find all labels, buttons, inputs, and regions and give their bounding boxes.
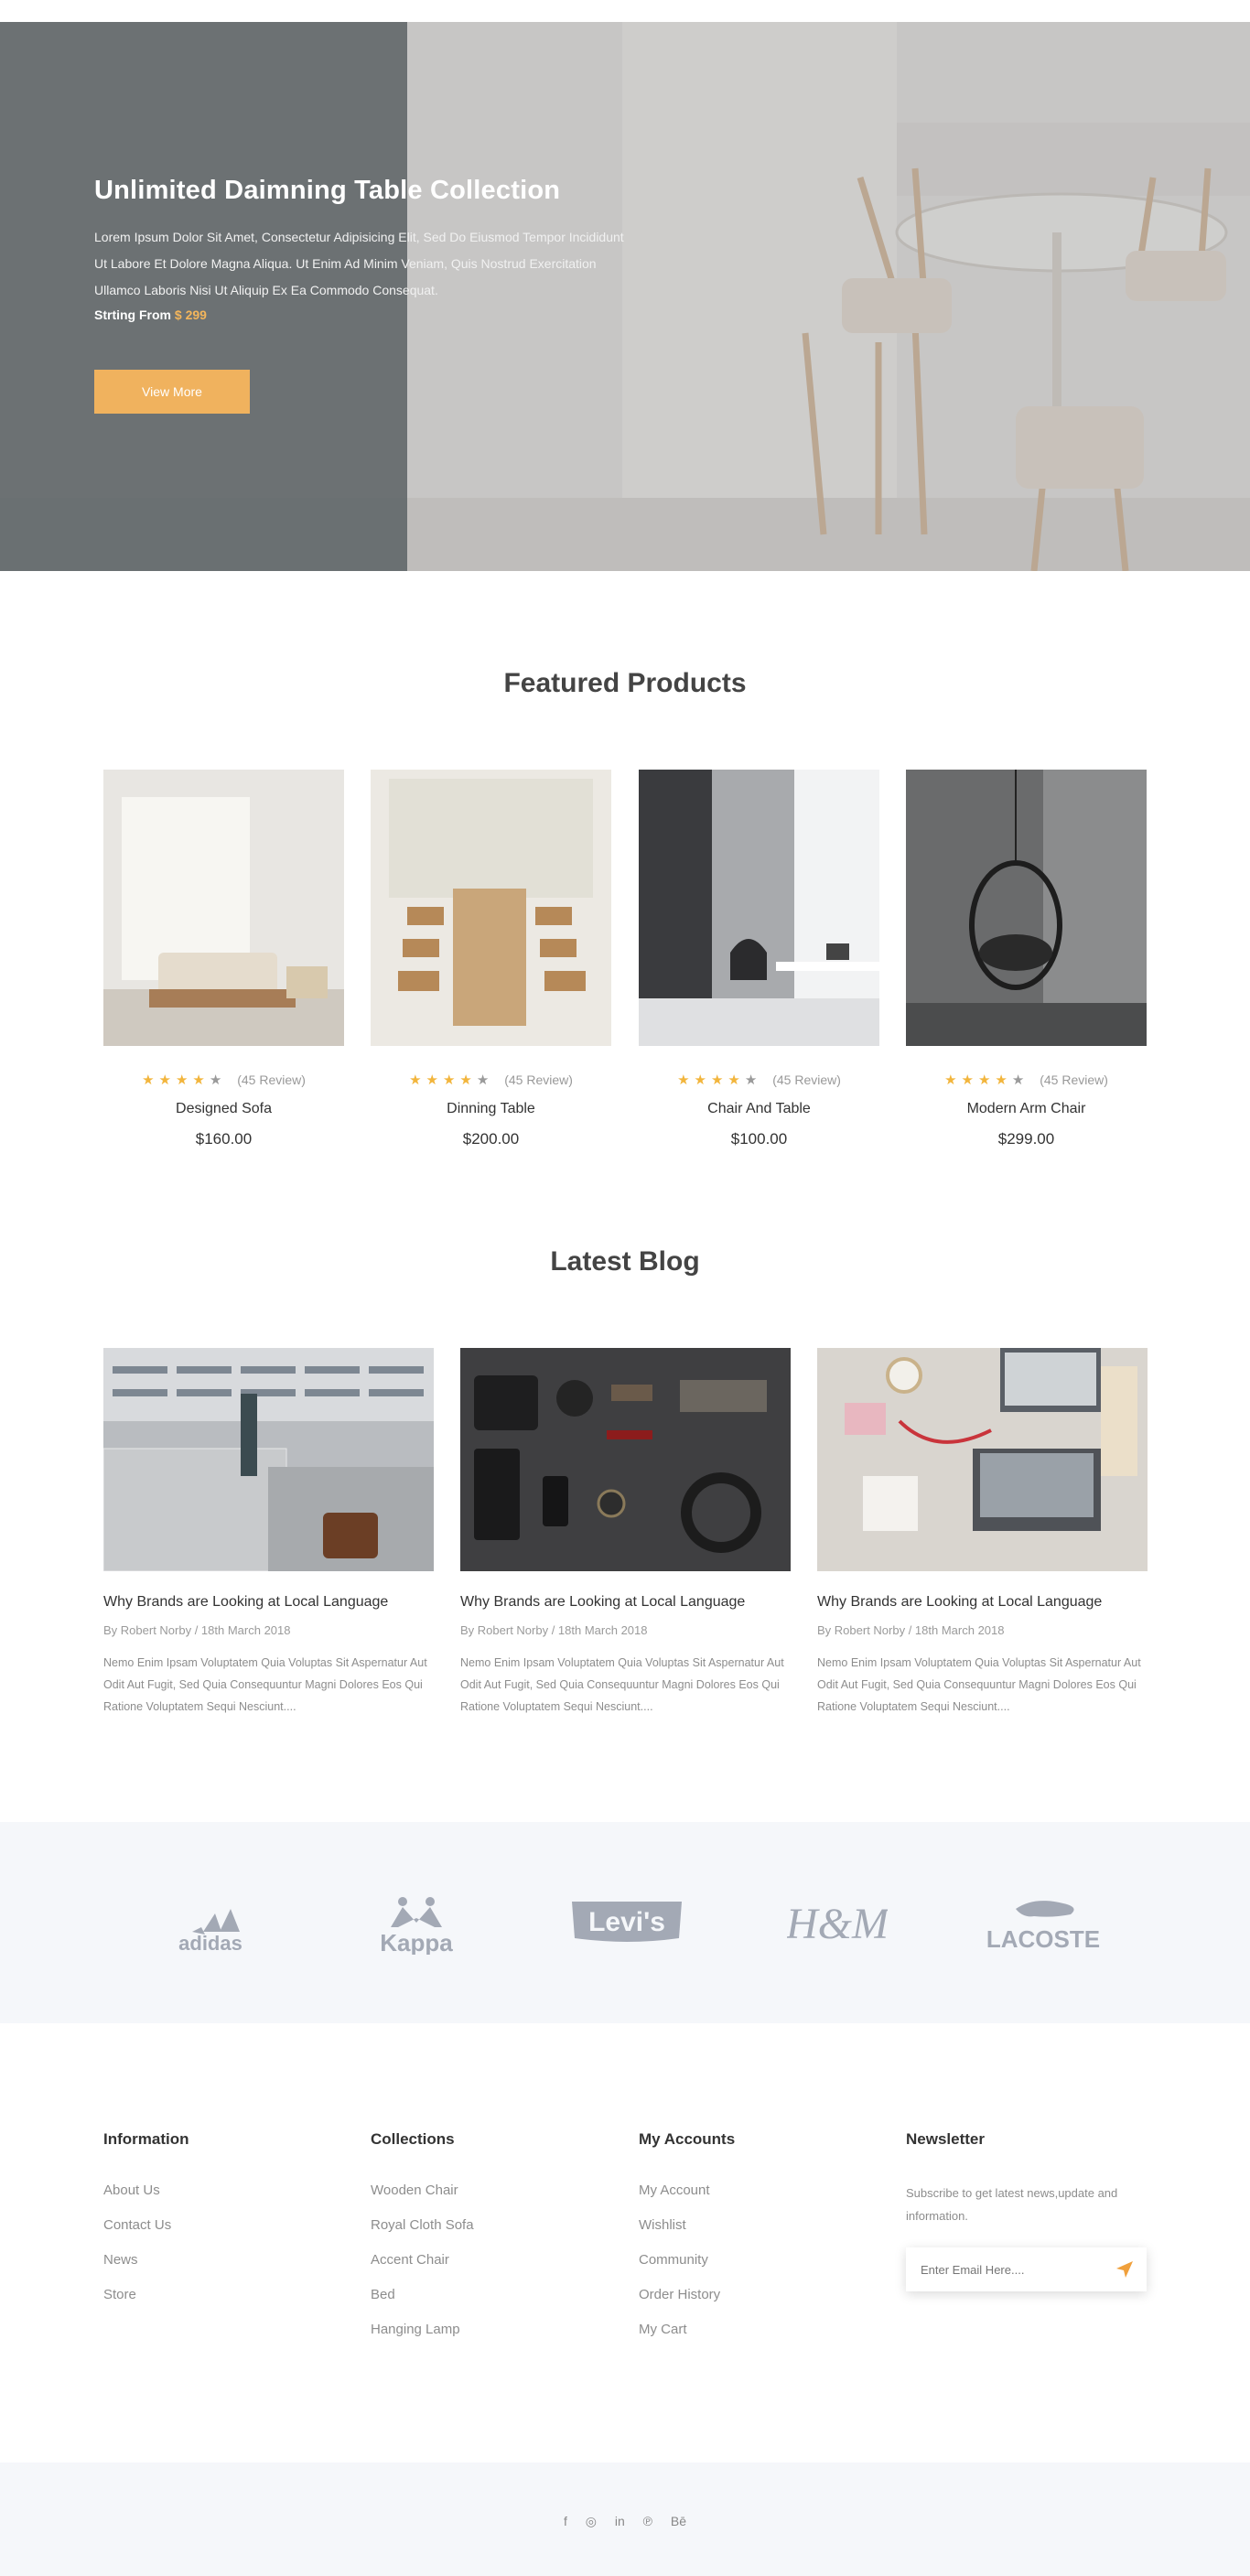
star-rating-icon: ★★★★★ [142, 1072, 227, 1088]
lacoste-logo[interactable]: LACOSTE [979, 1891, 1107, 1955]
blog-post-excerpt: Nemo Enim Ipsam Voluptatem Quia Voluptas… [103, 1656, 427, 1713]
view-more-button[interactable]: View More [94, 370, 250, 414]
blog-image-workspace[interactable] [817, 1348, 1148, 1571]
newsletter-email-input[interactable] [906, 2247, 1098, 2291]
linkedin-icon[interactable]: in [615, 2514, 625, 2528]
footer-link-store[interactable]: Store [103, 2286, 189, 2303]
footer-information-heading: Information [103, 2130, 189, 2148]
footer-collections-column: Collections Wooden Chair Royal Cloth Sof… [371, 2130, 474, 2355]
blog-post-card[interactable]: Why Brands are Looking at Local Language… [460, 1348, 791, 1718]
hero-description: Lorem Ipsum Dolor Sit Amet, Consectetur … [94, 230, 624, 297]
brand-name-lacoste: LACOSTE [986, 1925, 1100, 1953]
product-name[interactable]: Dinning Table [371, 1101, 611, 1117]
footer-link-order-history[interactable]: Order History [639, 2286, 735, 2303]
send-icon[interactable] [1115, 2260, 1134, 2279]
footer-link-bed[interactable]: Bed [371, 2286, 474, 2303]
product-card[interactable]: ★★★★★ (45 Review) Designed Sofa $160.00 [103, 770, 344, 1148]
footer-collections-heading: Collections [371, 2130, 455, 2148]
footer-accounts-column: My Accounts My Account Wishlist Communit… [639, 2130, 735, 2355]
instagram-icon[interactable]: ◎ [586, 2514, 597, 2529]
footer-link-accent-chair[interactable]: Accent Chair [371, 2251, 474, 2269]
product-name[interactable]: Chair And Table [639, 1101, 879, 1117]
product-name[interactable]: Modern Arm Chair [906, 1101, 1147, 1117]
hero-price-value: $ 299 [174, 307, 207, 322]
social-links: f ◎ in ℗ Bē [0, 2514, 1250, 2529]
levis-logo[interactable]: Levi's [567, 1891, 686, 1955]
product-rating: ★★★★★ (45 Review) [906, 1072, 1147, 1088]
blog-image-store[interactable] [103, 1348, 434, 1571]
newsletter-description: Subscribe to get latest news,update and … [906, 2186, 1118, 2223]
brand-name-kappa: Kappa [380, 1929, 453, 1955]
hero-price: Strting From $ 299 [94, 307, 662, 322]
blog-post-title[interactable]: Why Brands are Looking at Local Language [103, 1594, 434, 1611]
brand-name-adidas: adidas [178, 1932, 242, 1955]
footer-link-news[interactable]: News [103, 2251, 189, 2269]
footer-bottom-bar: f ◎ in ℗ Bē [0, 2463, 1250, 2576]
blog-post-title[interactable]: Why Brands are Looking at Local Language [460, 1594, 791, 1611]
star-rating-icon: ★★★★★ [944, 1072, 1029, 1088]
star-rating-icon: ★★★★★ [409, 1072, 494, 1088]
footer-newsletter-heading: Newsletter [906, 2130, 985, 2148]
footer-link-my-account[interactable]: My Account [639, 2182, 735, 2199]
star-rating-icon: ★★★★★ [677, 1072, 762, 1088]
product-image-chair-and-table[interactable] [639, 770, 879, 1046]
newsletter-form [906, 2247, 1147, 2291]
product-price: $100.00 [730, 1130, 788, 1148]
blog-image-accessories[interactable] [460, 1348, 791, 1571]
product-rating: ★★★★★ (45 Review) [103, 1072, 344, 1088]
footer-link-royal-cloth-sofa[interactable]: Royal Cloth Sofa [371, 2216, 474, 2234]
behance-icon[interactable]: Bē [671, 2514, 686, 2528]
product-price: $160.00 [195, 1130, 253, 1148]
footer-link-about-us[interactable]: About Us [103, 2182, 189, 2199]
footer-accounts-heading: My Accounts [639, 2130, 736, 2148]
hero-content: Unlimited Daimning Table Collection Lore… [94, 176, 662, 322]
blog-post-meta: By Robert Norby / 18th March 2018 [103, 1623, 291, 1637]
blog-post-excerpt: Nemo Enim Ipsam Voluptatem Quia Voluptas… [817, 1656, 1141, 1713]
product-image-sofa[interactable] [103, 770, 344, 1046]
hero-price-label: Strting From [94, 307, 171, 322]
adidas-logo[interactable]: adidas [165, 1891, 256, 1955]
hero-banner: Unlimited Daimning Table Collection Lore… [0, 22, 1250, 571]
review-count: (45 Review) [1040, 1072, 1108, 1087]
blog-post-card[interactable]: Why Brands are Looking at Local Language… [817, 1348, 1148, 1718]
brand-name-levis: Levi's [588, 1907, 665, 1937]
review-count: (45 Review) [772, 1072, 841, 1087]
facebook-icon[interactable]: f [564, 2514, 567, 2528]
blog-post-card[interactable]: Why Brands are Looking at Local Language… [103, 1348, 434, 1718]
product-image-modern-arm-chair[interactable] [906, 770, 1147, 1046]
review-count: (45 Review) [504, 1072, 573, 1087]
kappa-logo[interactable]: Kappa [371, 1891, 462, 1956]
product-rating: ★★★★★ (45 Review) [639, 1072, 879, 1088]
hm-logo[interactable]: H&M [785, 1891, 891, 1955]
product-price: $200.00 [462, 1130, 520, 1148]
product-card[interactable]: ★★★★★ (45 Review) Dinning Table $200.00 [371, 770, 611, 1148]
brand-name-hm: H&M [787, 1900, 888, 1948]
blog-post-title[interactable]: Why Brands are Looking at Local Language [817, 1594, 1148, 1611]
product-price: $299.00 [997, 1130, 1055, 1148]
footer-link-hanging-lamp[interactable]: Hanging Lamp [371, 2321, 474, 2338]
pinterest-icon[interactable]: ℗ [643, 2514, 652, 2528]
product-card[interactable]: ★★★★★ (45 Review) Chair And Table $100.0… [639, 770, 879, 1148]
featured-products-title: Featured Products [503, 668, 747, 698]
blog-post-meta: By Robert Norby / 18th March 2018 [817, 1623, 1005, 1637]
footer-link-contact-us[interactable]: Contact Us [103, 2216, 189, 2234]
brand-logos-strip: adidas Kappa Levi's H&M LACOSTE [0, 1822, 1250, 2023]
footer-link-my-cart[interactable]: My Cart [639, 2321, 735, 2338]
footer-link-wooden-chair[interactable]: Wooden Chair [371, 2182, 474, 2199]
footer-newsletter-column: Newsletter Subscribe to get latest news,… [906, 2130, 1153, 2291]
product-image-dinning-table[interactable] [371, 770, 611, 1046]
blog-post-meta: By Robert Norby / 18th March 2018 [460, 1623, 648, 1637]
footer-link-wishlist[interactable]: Wishlist [639, 2216, 735, 2234]
hero-title: Unlimited Daimning Table Collection [94, 176, 561, 205]
blog-post-excerpt: Nemo Enim Ipsam Voluptatem Quia Voluptas… [460, 1656, 784, 1713]
review-count: (45 Review) [237, 1072, 306, 1087]
product-name[interactable]: Designed Sofa [103, 1101, 344, 1117]
latest-blog-title: Latest Blog [550, 1246, 700, 1277]
product-rating: ★★★★★ (45 Review) [371, 1072, 611, 1088]
product-card[interactable]: ★★★★★ (45 Review) Modern Arm Chair $299.… [906, 770, 1147, 1148]
footer-information-column: Information About Us Contact Us News Sto… [103, 2130, 189, 2321]
footer-link-community[interactable]: Community [639, 2251, 735, 2269]
